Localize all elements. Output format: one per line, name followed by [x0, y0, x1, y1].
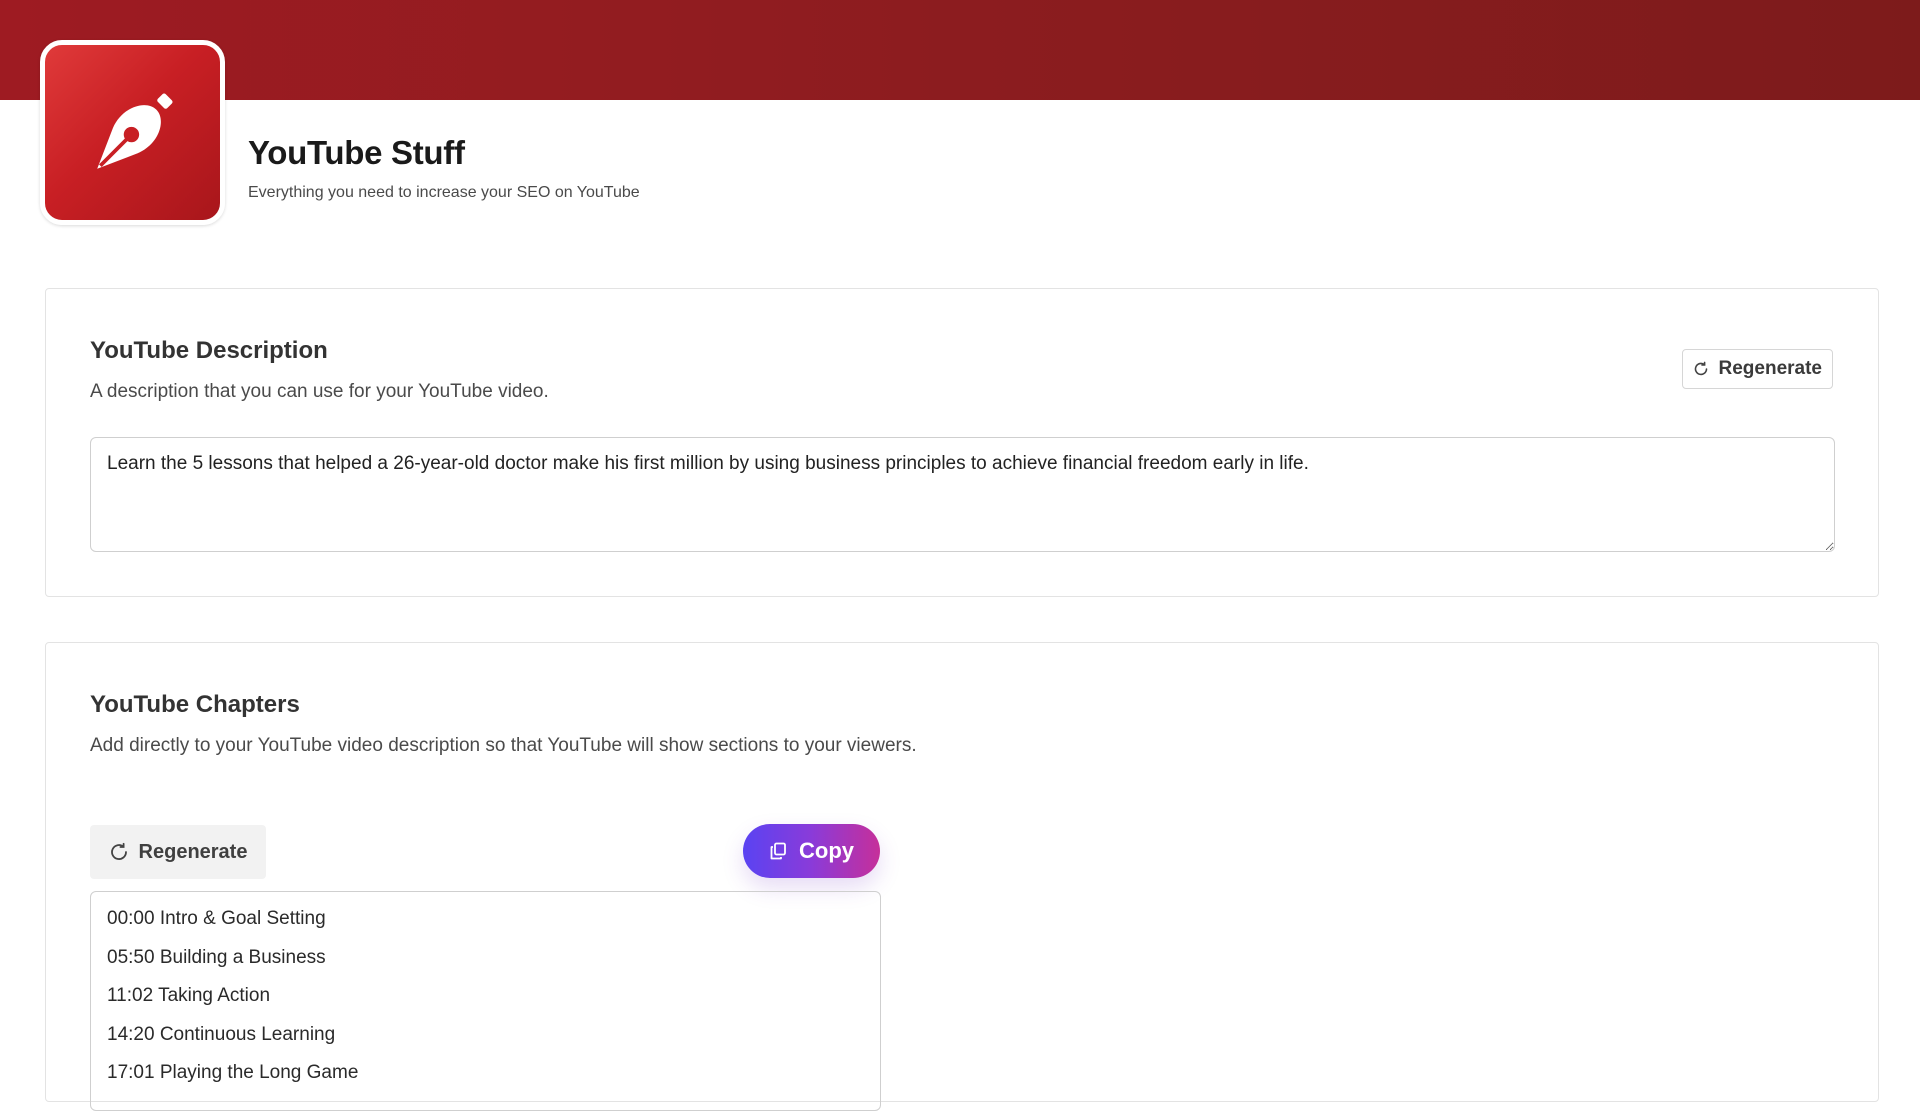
refresh-icon [109, 842, 129, 862]
chapter-item: 00:00 Intro & Goal Setting [107, 908, 326, 929]
refresh-icon [1693, 361, 1709, 377]
description-subtitle: A description that you can use for your … [90, 381, 549, 402]
regenerate-chapters-button[interactable]: Regenerate [90, 825, 266, 879]
regenerate-label: Regenerate [1718, 358, 1823, 379]
copy-label: Copy [799, 838, 854, 863]
page-title: YouTube Stuff [248, 134, 465, 171]
page-subtitle: Everything you need to increase your SEO… [248, 184, 640, 201]
copy-chapters-button[interactable]: Copy [743, 824, 880, 878]
description-title: YouTube Description [90, 337, 328, 364]
app-logo [40, 40, 225, 225]
description-card: YouTube Description A description that y… [45, 288, 1879, 597]
chapter-item: 14:20 Continuous Learning [107, 1023, 336, 1045]
regenerate-label: Regenerate [138, 840, 248, 863]
chapters-title: YouTube Chapters [90, 691, 300, 718]
header-banner [0, 0, 1920, 100]
chapter-item: 11:02 Taking Action [107, 985, 271, 1006]
chapters-list[interactable]: 00:00 Intro & Goal Setting 05:50 Buildin… [90, 891, 881, 1111]
chapters-card: YouTube Chapters Add directly to your Yo… [45, 642, 1879, 1111]
copy-icon [769, 842, 787, 860]
regenerate-description-button[interactable]: Regenerate [1681, 349, 1833, 389]
chapters-subtitle: Add directly to your YouTube video descr… [90, 735, 917, 756]
fountain-pen-icon [96, 92, 173, 169]
app-header: YouTube Stuff Everything you need to inc… [248, 134, 640, 202]
description-textarea[interactable]: Learn the 5 lessons that helped a 26-yea… [90, 437, 1835, 552]
chapter-item: 17:01 Playing the Long Game [107, 1062, 359, 1083]
chapter-item: 05:50 Building a Business [107, 946, 326, 968]
